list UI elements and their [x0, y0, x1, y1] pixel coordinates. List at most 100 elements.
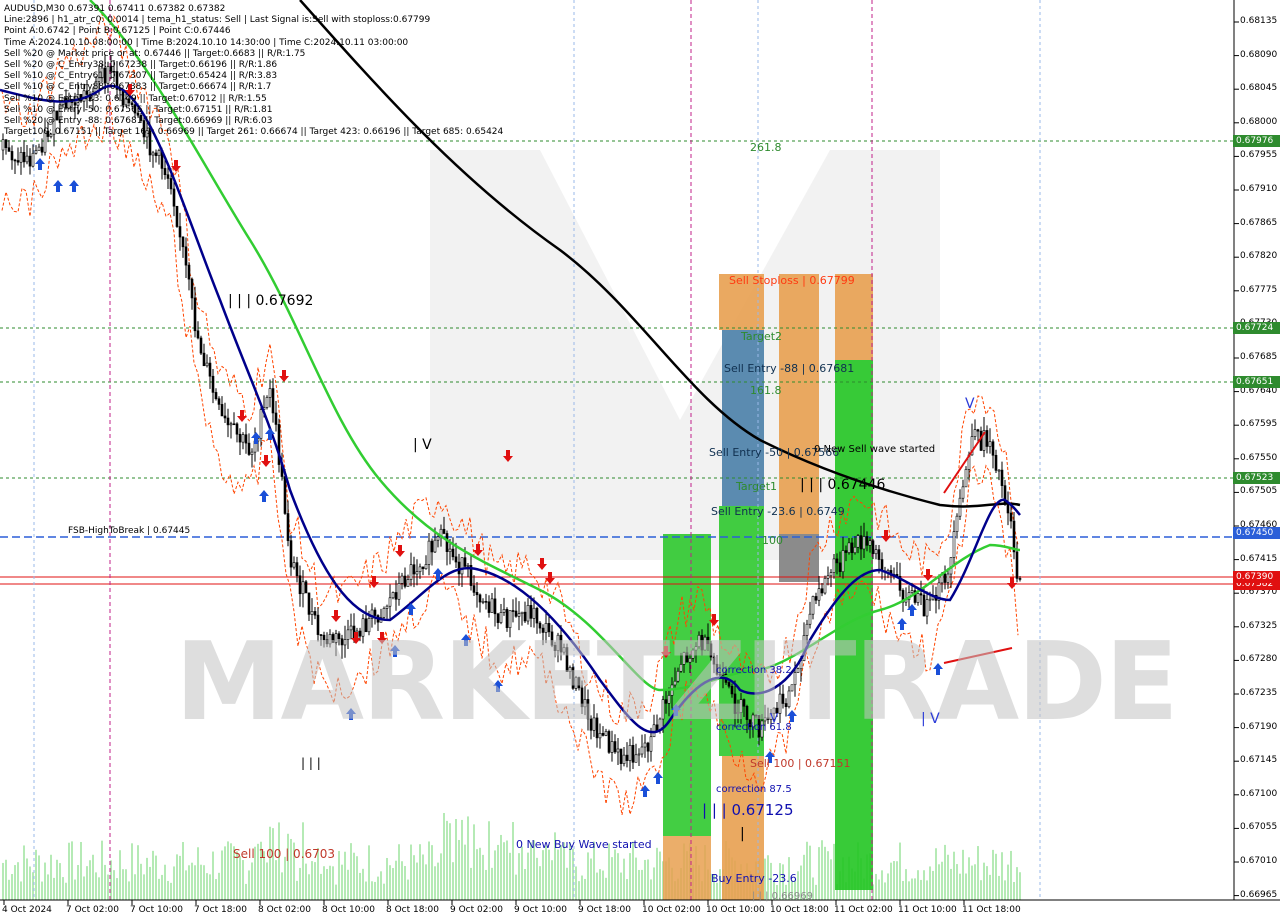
volume-bar: [2, 862, 4, 900]
candle-body: [946, 573, 950, 583]
candle-body: [928, 598, 932, 601]
volume-bar: [398, 844, 400, 900]
volume-bar: [419, 844, 421, 900]
volume-bar: [974, 864, 976, 900]
candle-body: [442, 528, 446, 534]
wave-4-label: | V: [413, 437, 432, 453]
candle-body: [871, 540, 875, 555]
wave-5-label: V: [965, 396, 975, 412]
volume-bar: [659, 851, 661, 900]
volume-bar: [47, 874, 49, 900]
volume-bar: [83, 876, 85, 900]
candle-body: [532, 607, 536, 619]
orange-zone: [663, 836, 711, 900]
volume-bar: [407, 879, 409, 900]
volume-bar: [986, 866, 988, 900]
candle-body: [832, 558, 836, 573]
volume-bar: [827, 851, 829, 900]
time-tick-label: 9 Oct 18:00: [578, 905, 631, 915]
time-tick-label: 7 Oct 02:00: [66, 905, 119, 915]
time-tick-label: 9 Oct 02:00: [450, 905, 503, 915]
candle-body: [997, 469, 1001, 472]
candle-body: [238, 433, 242, 443]
candle-body: [415, 571, 419, 575]
time-tick-label: 11 Oct 18:00: [962, 905, 1021, 915]
volume-bar: [506, 840, 508, 900]
volume-bar: [968, 857, 970, 900]
volume-bar: [647, 859, 649, 900]
price-tick-label: 0.67685: [1240, 352, 1278, 362]
volume-bar: [464, 844, 466, 900]
volume-bar: [497, 844, 499, 900]
candle-body: [37, 146, 41, 151]
volume-bar: [1007, 864, 1009, 900]
candle-body: [4, 139, 8, 149]
volume-bar: [212, 851, 214, 900]
candle-body: [478, 594, 482, 603]
volume-bar: [896, 861, 898, 900]
volume-bar: [1001, 852, 1003, 900]
volume-bar: [881, 870, 883, 900]
candle-body: [1009, 512, 1013, 522]
volume-bar: [992, 849, 994, 900]
volume-bar: [29, 866, 31, 900]
volume-bar: [527, 852, 529, 900]
volume-bar: [113, 870, 115, 900]
candle-body: [421, 566, 425, 570]
candle-body: [397, 583, 401, 600]
candle-body: [205, 362, 209, 367]
volume-bar: [149, 866, 151, 900]
volume-bar: [386, 857, 388, 900]
volume-bar: [521, 846, 523, 900]
candle-body: [268, 388, 272, 398]
candle-body: [247, 442, 251, 455]
volume-bar: [518, 853, 520, 900]
volume-bar: [242, 860, 244, 900]
correction-618-label: correction 61.8: [716, 722, 792, 733]
info-panel: AUDUSD,M30 0.67391 0.67411 0.67382 0.673…: [4, 4, 503, 138]
volume-bar: [905, 869, 907, 900]
volume-bar: [116, 878, 118, 900]
volume-bar: [20, 881, 22, 900]
candle-body: [1015, 551, 1019, 579]
volume-bar: [911, 878, 913, 900]
time-tick-label: 7 Oct 10:00: [130, 905, 183, 915]
volume-bar: [62, 877, 64, 900]
volume-bar: [269, 826, 271, 900]
candle-body: [841, 550, 845, 573]
sell-stoploss-label: Sell Stoploss | 0.67799: [729, 274, 855, 287]
info-line: Sell %10 @ Entry -23: 0.6749 || Target:0…: [4, 93, 267, 104]
wave-3-b-label: | | | 0.67125: [702, 801, 794, 819]
volume-bar: [122, 869, 124, 900]
candle-body: [169, 178, 173, 190]
volume-bar: [446, 820, 448, 900]
time-tick-label: 4 Oct 2024: [2, 905, 52, 915]
candle-body: [520, 611, 524, 614]
volume-bar: [578, 881, 580, 900]
volume-bar: [629, 853, 631, 900]
price-tick-label: 0.67505: [1240, 486, 1278, 497]
volume-bar: [485, 869, 487, 900]
volume-bar: [218, 872, 220, 900]
volume-bar: [173, 866, 175, 900]
candle-body: [1006, 503, 1010, 514]
volume-bar: [95, 872, 97, 900]
volume-bar: [155, 855, 157, 900]
volume-bar: [893, 861, 895, 900]
volume-bar: [8, 879, 10, 900]
candle-body: [166, 174, 170, 179]
candle-body: [25, 155, 29, 163]
candle-body: [427, 540, 431, 565]
volume-bar: [644, 859, 646, 900]
candle-body: [925, 599, 929, 617]
volume-bar: [152, 850, 154, 900]
volume-bar: [560, 845, 562, 900]
candle-body: [151, 152, 155, 156]
volume-bar: [395, 860, 397, 900]
volume-bar: [878, 879, 880, 900]
candle-body: [490, 598, 494, 613]
volume-bar: [281, 872, 283, 900]
candle-body: [952, 531, 956, 558]
volume-bar: [887, 873, 889, 900]
candle-body: [211, 375, 215, 393]
